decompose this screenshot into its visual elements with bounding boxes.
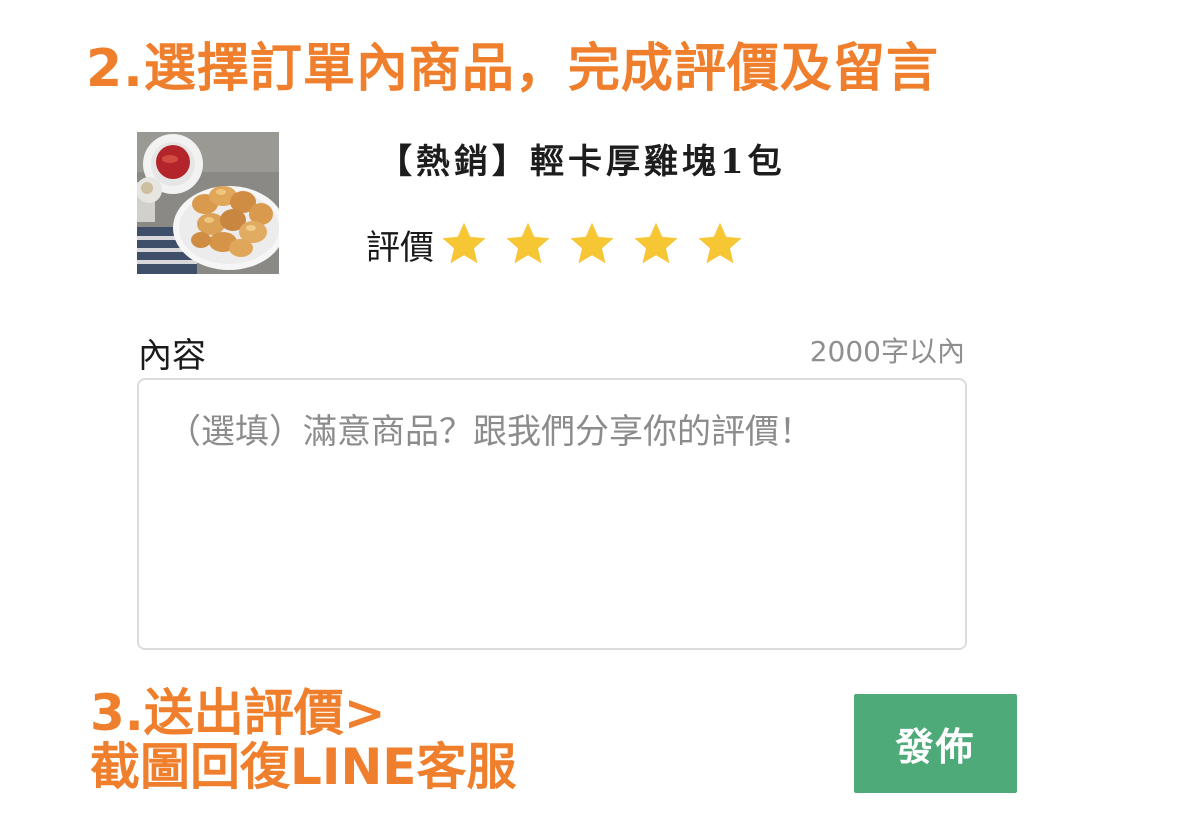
publish-button[interactable]: 發佈: [854, 694, 1017, 793]
step3-line1: 3.送出評價>: [90, 684, 386, 742]
rating-label: 評價: [366, 227, 434, 268]
product-image: [137, 132, 279, 274]
step2-instruction: 2.選擇訂單內商品，完成評價及留言: [86, 39, 939, 99]
step3-instruction: 3.送出評價> 截圖回復LINE客服: [90, 686, 516, 794]
star-icon[interactable]: [566, 218, 618, 270]
star-icon[interactable]: [694, 218, 746, 270]
step3-line2: 截圖回復LINE客服: [90, 738, 517, 796]
star-icon[interactable]: [502, 218, 554, 270]
star-icon[interactable]: [630, 218, 682, 270]
chicken-nuggets-photo-icon: [137, 132, 279, 274]
rating-row: 評價: [366, 216, 758, 272]
content-label: 內容: [138, 336, 206, 376]
char-limit-hint: 2000字以內: [809, 335, 965, 368]
star-icon[interactable]: [438, 218, 490, 270]
product-name: 【熱銷】輕卡厚雞塊1包: [378, 142, 786, 182]
review-textarea[interactable]: [137, 378, 967, 650]
